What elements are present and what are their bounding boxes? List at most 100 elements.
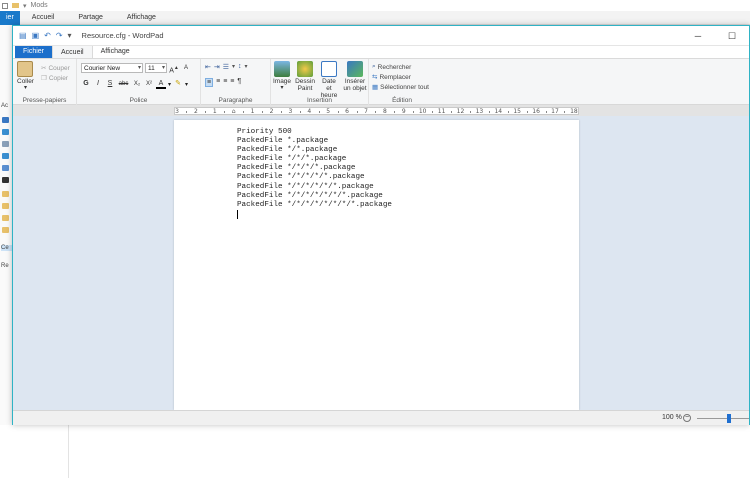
tab-view[interactable]: Affichage [93,45,138,58]
paste-button[interactable]: Coller ▾ [17,61,34,92]
text-color-button[interactable]: A [156,79,166,89]
subscript-icon[interactable]: X₂ [132,79,142,89]
bold-button[interactable]: G [81,79,91,89]
wordpad-window: ▤ ▣ ↶ ↷ ▾ Resource.cfg - WordPad ─ ☐ Fic… [12,25,750,425]
superscript-icon[interactable]: X² [144,79,154,89]
paint-drawing-button[interactable]: Dessin Paint [295,61,315,99]
replace-button[interactable]: ⇆ Remplacer [372,72,429,82]
explorer-tab-view[interactable]: Affichage [115,11,168,25]
nav-fragment-network[interactable]: Re [1,263,9,269]
line-spacing-icon[interactable]: ↕ [238,63,242,71]
wordpad-title: Resource.cfg - WordPad [81,31,164,40]
clipboard-group-label: Presse-papiers [22,97,67,104]
bullet-list-icon[interactable]: ☰ [223,63,229,71]
paragraph-settings-icon[interactable]: ¶ [237,78,241,87]
wordpad-app-icon: ▤ [19,31,27,40]
documents-icon[interactable] [2,141,9,147]
chevron-down-icon: ▾ [137,65,141,71]
insert-object-label: Insérer un objet [343,78,367,92]
document-line[interactable]: PackedFile */*/*/*/*/*.package [237,183,392,192]
align-center-icon[interactable]: ≡ [216,78,220,87]
desktop-icon[interactable] [2,117,9,123]
document-text[interactable]: Priority 500 PackedFile *.package PackedFi… [237,128,392,210]
document-line[interactable]: PackedFile */*/*/*/*.package [237,173,392,182]
font-family-value: Courier New [84,65,121,72]
font-group-label: Police [129,97,148,104]
italic-button[interactable]: I [93,79,103,89]
explorer-tab-share[interactable]: Partage [66,11,115,25]
increase-indent-icon[interactable]: ⇥ [214,63,220,71]
undo-icon[interactable]: ↶ [44,31,51,40]
explorer-tab-home[interactable]: Accueil [20,11,67,25]
ruler-mark: 3 [288,108,293,115]
nav-fragment-this-pc[interactable]: Ce [1,245,12,251]
align-right-icon[interactable]: ≡ [223,78,227,87]
ruler-tick [356,111,358,113]
insert-image-button[interactable]: Image ▾ [273,61,291,99]
document-page[interactable]: Priority 500 PackedFile *.package PackedFi… [174,120,579,410]
ruler-mark: 14 [494,108,503,115]
chevron-down-icon[interactable]: ▾ [232,63,235,71]
save-icon[interactable]: ▣ [32,31,40,40]
tab-home[interactable]: Accueil [52,45,93,58]
maximize-button[interactable]: ☐ [715,26,749,46]
pictures-icon[interactable] [2,153,9,159]
cut-button[interactable]: ✂ Couper [41,63,70,73]
clipboard-group: Coller ▾ ✂ Couper ❐ Copier Presse-papiers [13,59,77,105]
chevron-down-icon[interactable]: ▾ [168,81,171,88]
videos-icon[interactable] [2,177,9,183]
tab-file[interactable]: Fichier [15,45,53,58]
highlight-icon[interactable]: ✎ [173,79,183,89]
decrease-indent-icon[interactable]: ⇤ [205,63,211,71]
zoom-slider-thumb[interactable] [727,414,732,423]
cut-label: Couper [48,64,70,72]
explorer-tab-file[interactable]: ier [0,10,20,25]
grow-font-icon[interactable]: A▲ [169,63,179,74]
copy-button[interactable]: ❐ Copier [41,73,70,83]
document-line[interactable]: Priority 500 [237,128,392,137]
ruler-mark: 16 [532,108,540,115]
font-family-select[interactable]: Courier New ▾ [81,63,143,73]
minimize-button[interactable]: ─ [681,26,715,46]
object-icon [347,61,363,77]
dropdown-icon[interactable]: ▾ [23,2,27,10]
select-all-button[interactable]: ▦ Sélectionner tout [372,82,429,92]
document-line[interactable]: PackedFile */*/*.package [237,155,392,164]
document-line[interactable]: PackedFile */*/*/*.package [237,164,392,173]
find-button[interactable]: ⌕ Rechercher [372,62,429,72]
strikethrough-button[interactable]: abc [117,79,130,89]
ruler-tick [186,111,188,113]
paste-icon [17,61,34,77]
nav-fragment-quick-access[interactable]: Ac [1,103,8,109]
justify-icon[interactable]: ≡ [230,78,234,87]
customize-toolbar-icon[interactable]: ▾ [68,31,72,40]
folder-icon[interactable] [2,191,9,197]
folder-icon[interactable] [2,227,9,233]
chevron-down-icon[interactable]: ▾ [245,63,248,71]
insert-object-button[interactable]: Insérer un objet [343,61,367,99]
document-line[interactable]: PackedFile */*/*/*/*/*/*/*.package [237,201,392,210]
status-bar: 100 % − [13,410,749,425]
zoom-out-button[interactable]: − [683,414,691,422]
document-line[interactable]: PackedFile */*/*/*/*/*/*.package [237,192,392,201]
ruler[interactable]: 3 2 1 ⌂ 1 2 3 4 5 6 7 8 9 10 11 12 13 14 15 16 17 18 [174,107,579,115]
shrink-font-icon[interactable]: A [181,63,191,73]
edit-group: ⌕ Rechercher ⇆ Remplacer ▦ Sélectionner tou… [369,59,435,105]
binoculars-icon: ⌕ [372,63,376,70]
ruler-tick [262,111,264,113]
zoom-level-label: 100 % [662,414,682,421]
chevron-down-icon[interactable]: ▾ [185,81,188,88]
zoom-slider[interactable] [697,414,749,423]
date-time-button[interactable]: Date et heure [319,61,339,99]
folder-icon[interactable] [2,215,9,221]
redo-icon[interactable]: ↷ [56,31,63,40]
align-left-icon[interactable]: ≡ [205,78,214,87]
downloads-icon[interactable] [2,129,9,135]
music-icon[interactable] [2,165,9,171]
scissors-icon: ✂ [41,65,47,72]
document-line[interactable]: PackedFile */*.package [237,146,392,155]
font-size-select[interactable]: 11 ▾ [145,63,167,73]
folder-icon[interactable] [2,203,9,209]
document-line[interactable]: PackedFile *.package [237,137,392,146]
underline-button[interactable]: S [105,79,115,89]
